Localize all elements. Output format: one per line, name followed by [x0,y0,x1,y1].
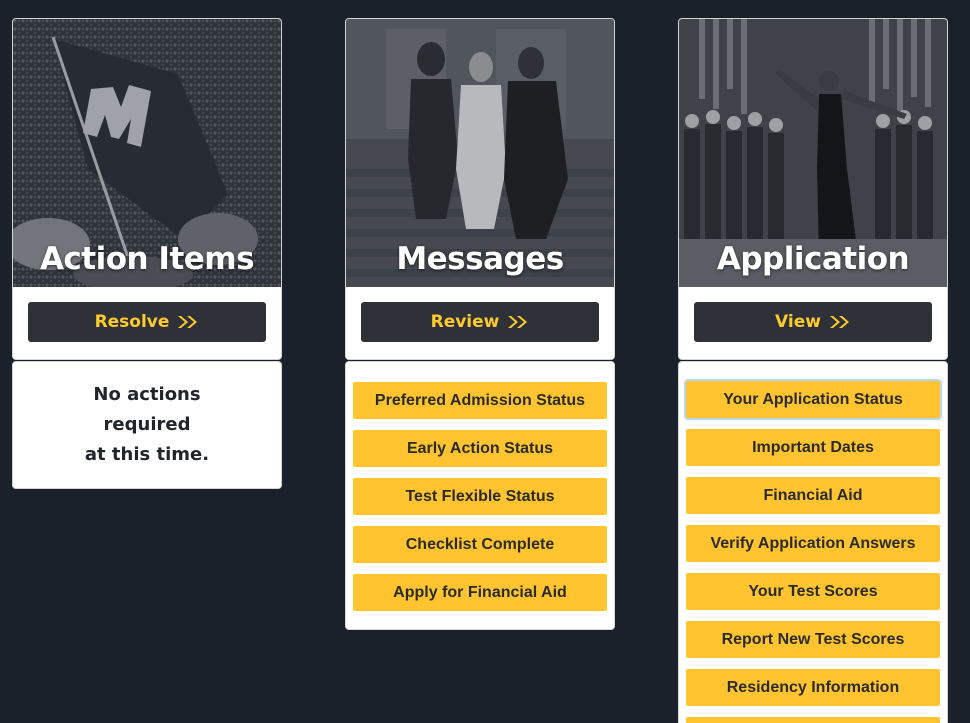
test-flexible-status-button[interactable]: Test Flexible Status [353,478,607,515]
application-column: Application View Your Application Status… [678,18,948,723]
resolve-button-label: Resolve [94,312,170,332]
card-title: Action Items [39,241,255,277]
action-items-card: Action Items Resolve [12,18,282,360]
action-row: Resolve [13,287,281,359]
messages-column: Messages Review Preferred Admission Stat… [345,18,615,630]
your-application-status-button[interactable]: Your Application Status [684,379,942,420]
application-card: Application View [678,18,948,360]
double-chevron-right-icon [829,316,849,328]
important-dates-button[interactable]: Important Dates [686,429,940,466]
action-items-column: Action Items Resolve No actions required… [12,18,282,489]
preferred-admission-status-button[interactable]: Preferred Admission Status [353,382,607,419]
early-action-status-button[interactable]: Early Action Status [353,430,607,467]
financial-aid-button[interactable]: Financial Aid [686,477,940,514]
messages-panel: Preferred Admission Status Early Action … [345,361,615,630]
application-hero-image: Application [679,19,947,287]
double-chevron-right-icon [508,316,528,328]
view-button[interactable]: View [694,302,932,342]
application-panel: Your Application Status Important Dates … [678,361,948,723]
report-new-test-scores-button[interactable]: Report New Test Scores [686,621,940,658]
review-button[interactable]: Review [361,302,599,342]
action-items-panel: No actions required at this time. [12,361,282,489]
no-actions-message: No actions required at this time. [47,380,247,470]
apply-for-financial-aid-button[interactable]: Apply for Financial Aid [353,574,607,611]
residency-information-button[interactable]: Residency Information [686,669,940,706]
messages-hero-image: Messages [346,19,614,287]
card-title: Messages [396,241,564,277]
action-row: Review [346,287,614,359]
action-row: View [679,287,947,359]
messages-card: Messages Review [345,18,615,360]
verify-application-answers-button[interactable]: Verify Application Answers [686,525,940,562]
card-title: Application [716,241,910,277]
checklist-complete-button[interactable]: Checklist Complete [353,526,607,563]
next-link-button-partial[interactable] [686,717,940,723]
empty-message-line: at this time. [84,444,210,465]
action-items-hero-image: Action Items [13,19,281,287]
your-test-scores-button[interactable]: Your Test Scores [686,573,940,610]
resolve-button[interactable]: Resolve [28,302,266,342]
review-button-label: Review [430,312,500,332]
view-button-label: View [775,312,821,332]
empty-message-line: No actions required [93,384,201,435]
double-chevron-right-icon [178,316,198,328]
